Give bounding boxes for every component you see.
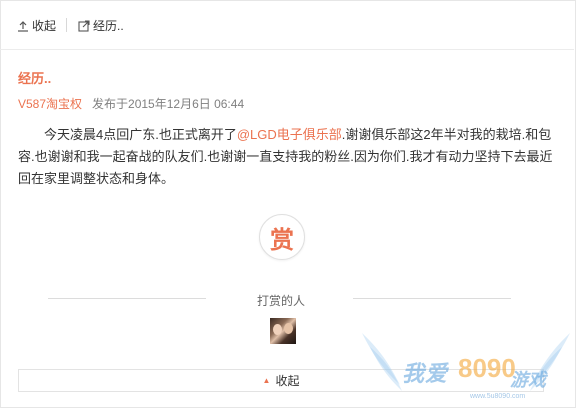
- triangle-up-icon: ▲: [262, 376, 271, 385]
- reward-label: 打赏的人: [257, 294, 306, 308]
- content-text-1: 今天凌晨4点回广东.也正式离开了: [44, 127, 237, 142]
- collapse-label: 收起: [32, 19, 57, 33]
- avatar[interactable]: [270, 318, 296, 344]
- post-toolbar: 收起 经历..: [0, 0, 574, 50]
- divider-right: [353, 298, 511, 299]
- origin-link-label: 经历..: [93, 19, 124, 33]
- post-meta: V587淘宝权 发布于2015年12月6日 06:44: [18, 95, 244, 112]
- origin-link-button[interactable]: 经历..: [78, 17, 124, 34]
- watermark-text-1: 我爱: [402, 361, 449, 386]
- post-date: 发布于2015年12月6日 06:44: [92, 97, 245, 111]
- post-title[interactable]: 经历..: [18, 68, 51, 87]
- watermark-text-3: 游戏: [510, 370, 546, 390]
- divider-left: [48, 298, 206, 299]
- post-content: 今天凌晨4点回广东.也正式离开了@LGD电子俱乐部.谢谢俱乐部这2年半对我的栽培…: [18, 124, 558, 190]
- collapse-bar-label: 收起: [275, 374, 300, 388]
- arrow-up-bar-icon: [18, 20, 28, 32]
- mention-link[interactable]: @LGD电子俱乐部: [237, 127, 342, 142]
- reward-icon: 赏: [270, 226, 294, 254]
- collapse-button[interactable]: 收起: [17, 17, 56, 34]
- reward-button[interactable]: 赏: [259, 214, 305, 260]
- external-link-icon: [78, 19, 90, 32]
- toolbar-divider: [66, 18, 67, 32]
- watermark-text-2: 8090: [458, 353, 516, 383]
- author-link[interactable]: V587淘宝权: [18, 97, 82, 111]
- watermark-url: www.5u8090.com: [470, 393, 526, 400]
